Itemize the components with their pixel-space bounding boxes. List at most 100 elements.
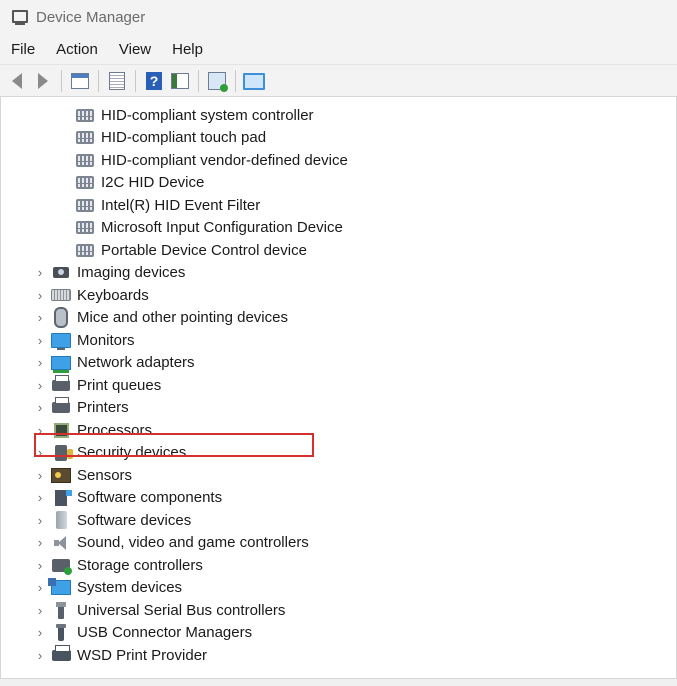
hid-device-icon-shape bbox=[76, 108, 94, 122]
tree-item-device[interactable]: Microsoft Input Configuration Device bbox=[75, 217, 343, 239]
tree-category-label: Network adapters bbox=[77, 354, 195, 371]
tree-category-keyboards[interactable]: › Keyboards bbox=[33, 284, 149, 306]
tree-category-universal-serial-bus-controllers[interactable]: › Universal Serial Bus controllers bbox=[33, 599, 285, 621]
monitor-icon bbox=[51, 331, 71, 350]
tree-category-imaging-devices[interactable]: › Imaging devices bbox=[33, 262, 186, 284]
tree-category-security-devices[interactable]: › Security devices bbox=[33, 442, 186, 464]
properties-icon bbox=[109, 72, 125, 90]
usb-connector-icon bbox=[51, 624, 71, 642]
tree-category-system-devices[interactable]: › System devices bbox=[33, 577, 182, 599]
menu-help[interactable]: Help bbox=[161, 41, 213, 58]
chevron-right-icon[interactable]: › bbox=[33, 284, 47, 306]
chevron-right-icon[interactable]: › bbox=[33, 329, 47, 351]
tree-category-label: Software components bbox=[77, 489, 223, 506]
chevron-right-icon[interactable]: › bbox=[33, 352, 47, 374]
hid-device-icon-shape bbox=[76, 243, 94, 257]
tree-item-device[interactable]: I2C HID Device bbox=[75, 172, 204, 194]
back-arrow-icon bbox=[12, 73, 22, 89]
tree-category-software-components[interactable]: › Software components bbox=[33, 487, 222, 509]
show-hide-console-tree-button[interactable] bbox=[69, 70, 91, 92]
window-title: Device Manager bbox=[36, 8, 146, 26]
console-tree-icon bbox=[71, 73, 89, 89]
properties-button[interactable] bbox=[106, 70, 128, 92]
tree-category-sensors[interactable]: › Sensors bbox=[33, 464, 132, 486]
sensor-icon-shape bbox=[51, 467, 71, 483]
tree-item-label: Microsoft Input Configuration Device bbox=[101, 219, 343, 236]
tree-category-monitors[interactable]: › Monitors bbox=[33, 329, 135, 351]
hid-device-icon bbox=[75, 196, 95, 214]
tree-category-label: Sound, video and game controllers bbox=[77, 534, 309, 551]
tree-category-printers[interactable]: › Printers bbox=[33, 397, 129, 419]
tree-category-label: Security devices bbox=[77, 444, 187, 461]
security-device-icon-shape bbox=[55, 444, 73, 461]
tree-item-device[interactable]: HID-compliant touch pad bbox=[75, 127, 266, 149]
usb-icon bbox=[51, 601, 71, 619]
tree-category-storage-controllers[interactable]: › Storage controllers bbox=[33, 554, 203, 576]
tree-category-network-adapters[interactable]: › Network adapters bbox=[33, 352, 195, 374]
forward-arrow-icon bbox=[38, 73, 48, 89]
printer-icon bbox=[51, 397, 71, 417]
processor-icon bbox=[51, 421, 71, 439]
tree-item-label: HID-compliant vendor-defined device bbox=[101, 151, 348, 169]
chevron-right-icon[interactable]: › bbox=[33, 442, 47, 464]
software-component-icon-shape bbox=[55, 489, 72, 506]
speaker-icon bbox=[51, 534, 71, 552]
tree-category-processors[interactable]: › Processors bbox=[33, 419, 152, 441]
tree-category-print-queues[interactable]: › Print queues bbox=[33, 374, 161, 396]
chevron-right-icon[interactable]: › bbox=[33, 509, 47, 531]
tree-category-sound-video-and-game-controllers[interactable]: › Sound, video and game controllers bbox=[33, 532, 309, 554]
back-button[interactable] bbox=[6, 70, 28, 92]
chevron-right-icon[interactable]: › bbox=[33, 307, 47, 329]
tree-category-label: WSD Print Provider bbox=[77, 646, 208, 664]
monitor-button[interactable] bbox=[243, 70, 265, 92]
tree-category-label: Storage controllers bbox=[77, 556, 203, 574]
tree-item-device[interactable]: Portable Device Control device bbox=[75, 239, 307, 261]
hid-device-icon bbox=[75, 106, 95, 124]
system-device-icon-shape bbox=[48, 578, 71, 595]
chevron-right-icon[interactable]: › bbox=[33, 374, 47, 396]
tree-category-label: Imaging devices bbox=[77, 264, 186, 281]
hid-device-icon-shape bbox=[76, 221, 94, 234]
tree-category-wsd-print-provider[interactable]: › WSD Print Provider bbox=[33, 644, 207, 666]
chevron-right-icon[interactable]: › bbox=[33, 262, 47, 284]
scan-hardware-button[interactable] bbox=[206, 70, 228, 92]
chevron-right-icon[interactable]: › bbox=[33, 599, 47, 621]
action-pane-button[interactable] bbox=[169, 70, 191, 92]
tree-category-label: Processors bbox=[77, 421, 153, 439]
tree-category-label: Software devices bbox=[77, 511, 192, 529]
chevron-right-icon[interactable]: › bbox=[33, 644, 47, 666]
device-tree[interactable]: HID-compliant system controller HID-compl… bbox=[0, 96, 677, 679]
toolbar-separator bbox=[61, 70, 62, 92]
chevron-right-icon[interactable]: › bbox=[33, 419, 47, 441]
toolbar: ? bbox=[0, 64, 677, 97]
chevron-right-icon[interactable]: › bbox=[33, 554, 47, 576]
menu-view[interactable]: View bbox=[108, 41, 161, 58]
camera-icon-shape bbox=[53, 267, 69, 278]
software-device-icon bbox=[51, 511, 71, 529]
tree-category-mice-and-other-pointing-devices[interactable]: › Mice and other pointing devices bbox=[33, 307, 288, 329]
scan-hardware-icon bbox=[208, 72, 228, 92]
tree-item-device[interactable]: Intel(R) HID Event Filter bbox=[75, 194, 260, 216]
usb-connector-icon-shape bbox=[56, 624, 66, 641]
chevron-right-icon[interactable]: › bbox=[33, 622, 47, 644]
tree-category-label: Mice and other pointing devices bbox=[77, 309, 288, 326]
menu-action[interactable]: Action bbox=[45, 41, 108, 58]
hid-device-icon bbox=[75, 219, 95, 237]
menu-file[interactable]: File bbox=[0, 41, 45, 58]
mouse-icon-shape bbox=[54, 307, 68, 328]
printer-icon-shape bbox=[52, 397, 70, 413]
tree-category-usb-connector-managers[interactable]: › USB Connector Managers bbox=[33, 622, 252, 644]
tree-item-device[interactable]: HID-compliant vendor-defined device bbox=[75, 149, 348, 171]
tree-category-software-devices[interactable]: › Software devices bbox=[33, 509, 191, 531]
forward-button[interactable] bbox=[32, 70, 54, 92]
hid-device-icon bbox=[75, 129, 95, 147]
chevron-right-icon[interactable]: › bbox=[33, 464, 47, 486]
chevron-right-icon[interactable]: › bbox=[33, 397, 47, 419]
tree-category-label: Sensors bbox=[77, 466, 133, 484]
title-bar: Device Manager bbox=[0, 0, 677, 34]
chevron-right-icon[interactable]: › bbox=[33, 487, 47, 509]
chevron-right-icon[interactable]: › bbox=[33, 577, 47, 599]
chevron-right-icon[interactable]: › bbox=[33, 532, 47, 554]
help-button[interactable]: ? bbox=[143, 70, 165, 92]
tree-item-device[interactable]: HID-compliant system controller bbox=[75, 104, 314, 126]
